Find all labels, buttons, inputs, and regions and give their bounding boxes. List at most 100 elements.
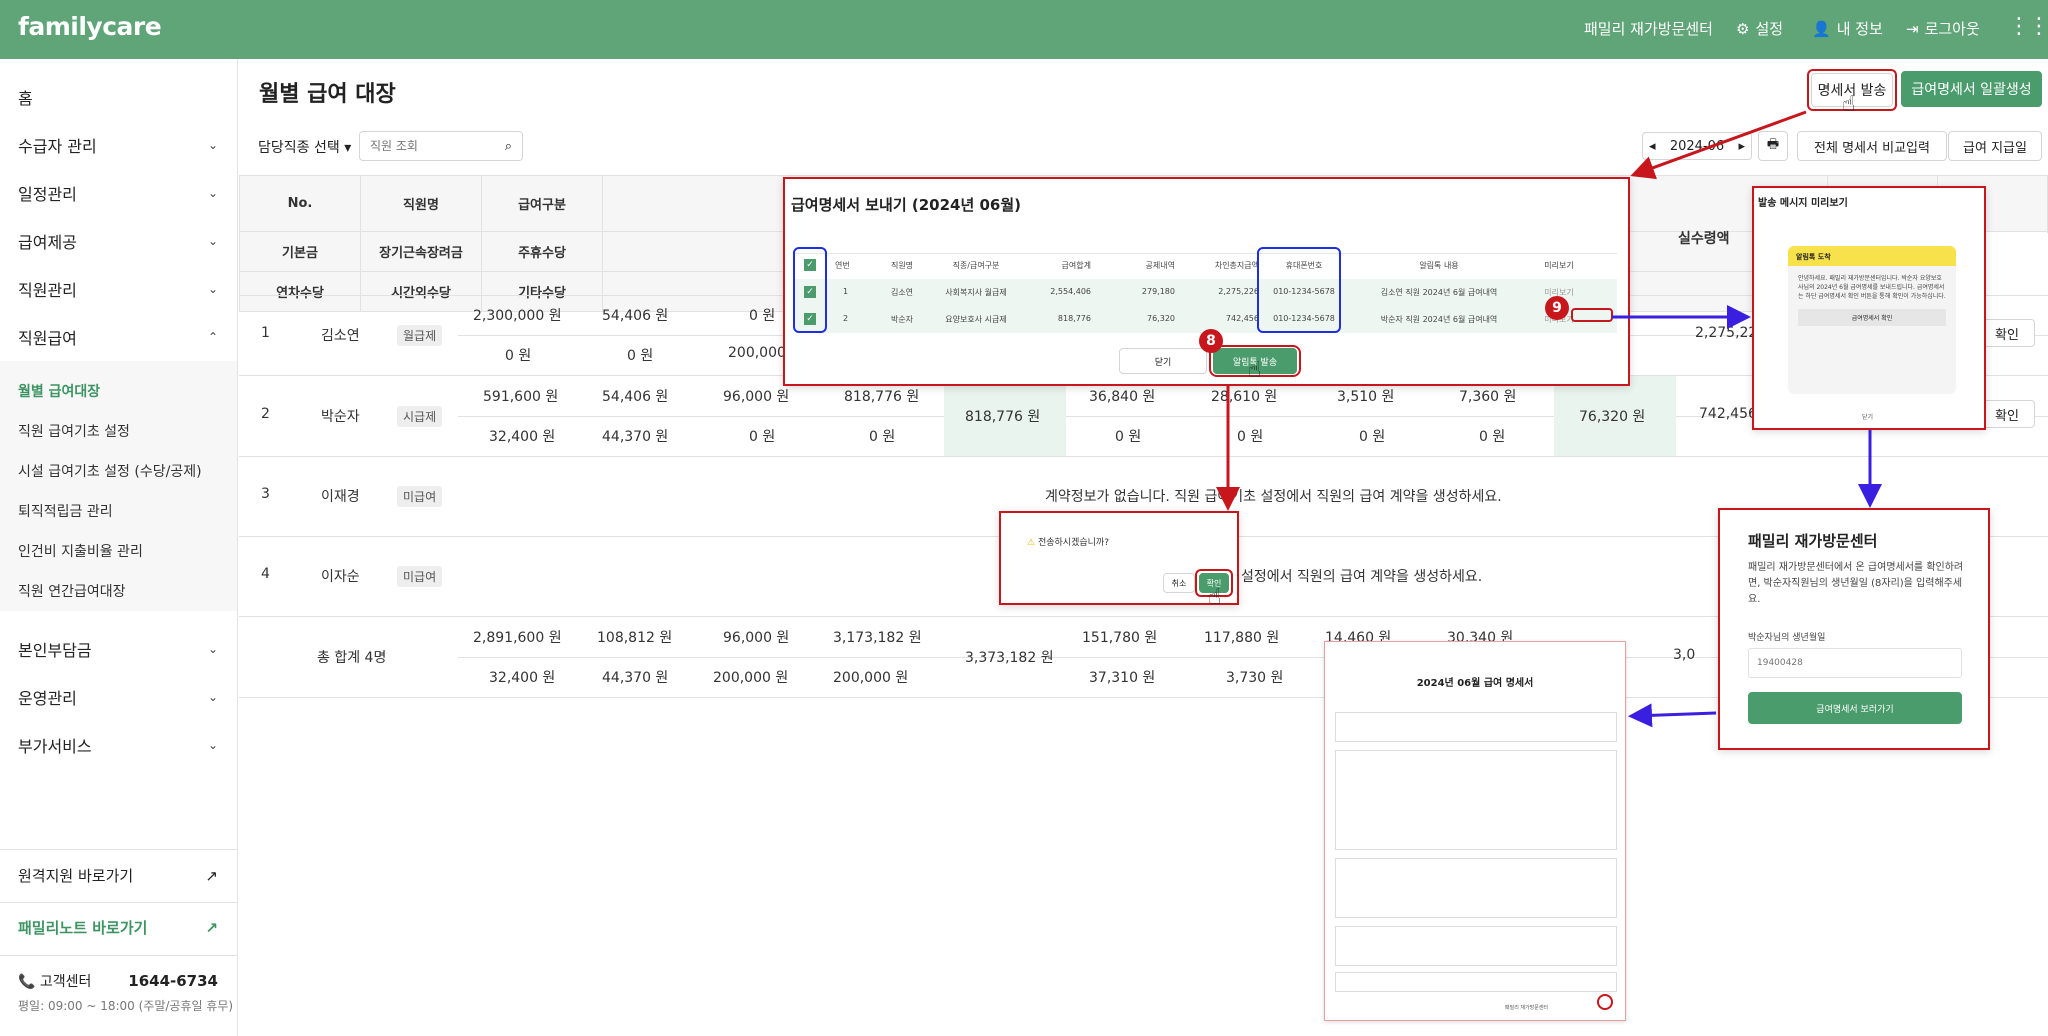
sidebar-item-recipients[interactable]: 수급자 관리 ⌄ — [18, 133, 218, 157]
sidebar-sub-retirement[interactable]: 퇴직적립금 관리 — [18, 501, 113, 521]
sidebar-sub-facility-base[interactable]: 시설 급여기초 설정 (수당/공제) — [18, 461, 202, 481]
page-title: 월별 급여 대장 — [259, 82, 396, 107]
pay-type-badge: 월급제 — [397, 325, 443, 346]
payslip-title: 2024년 06월 급여 명세서 — [1416, 678, 1534, 689]
job-filter-dropdown[interactable]: 담당직종 선택 ▾ — [258, 137, 351, 157]
external-link-icon: ↗ — [205, 866, 218, 885]
cs-hours: 평일: 09:00 ~ 18:00 (주말/공휴일 휴무) — [18, 999, 234, 1013]
preview-close[interactable]: 닫기 — [1862, 412, 1873, 421]
birthdate-input[interactable] — [1748, 648, 1962, 678]
pay-type-badge: 미급여 — [397, 486, 443, 507]
sidebar-item-copay[interactable]: 본인부담금 ⌄ — [18, 637, 218, 661]
payslip-footer: 패밀리 재가방문센터 — [1505, 1005, 1548, 1011]
verify-title: 패밀리 재가방문센터 — [1748, 532, 1878, 550]
modal-table-header: 연번 직원명 직종/급여구분 급여합계 공제내역 차인총지급액 휴대폰번호 알림… — [835, 261, 1574, 270]
sidebar-item-schedule[interactable]: 일정관리 ⌄ — [18, 181, 218, 205]
col-base: 기본금 — [239, 231, 361, 272]
total-label: 총 합계 4명 — [317, 650, 387, 666]
preview-title: 발송 메시지 미리보기 — [1758, 198, 1848, 209]
apps-grid-icon[interactable]: ⋮⋮⋮ — [2008, 14, 2048, 39]
step-badge: 8 — [1199, 329, 1223, 353]
sidebar-item-addons[interactable]: 부가서비스 ⌄ — [18, 733, 218, 757]
pointer-hand-icon: ☝ — [1248, 358, 1262, 383]
no-contract-message: 설정에서 직원의 급여 계약을 생성하세요. — [1241, 569, 1483, 585]
pointer-hand-icon: ☝ — [1208, 585, 1222, 610]
sidebar-item-staff[interactable]: 직원관리 ⌄ — [18, 277, 218, 301]
caret-down-icon: ▾ — [344, 140, 352, 156]
search-box[interactable]: ⌕ — [359, 131, 523, 161]
pay-type-badge: 시급제 — [397, 406, 443, 427]
modal-row: 1 김소연 사회복지사 월급제 2,554,406 279,180 2,275,… — [835, 287, 1615, 298]
sidebar-sub-staff-base[interactable]: 직원 급여기초 설정 — [18, 421, 130, 441]
birthdate-label: 박순자님의 생년월일 — [1748, 633, 1826, 643]
sidebar-item-home[interactable]: 홈 — [18, 85, 218, 109]
prev-month-icon[interactable]: ◂ — [1649, 139, 1656, 154]
birthdate-verify-panel: 패밀리 재가방문센터 패밀리 재가방문센터에서 온 급여명세서를 확인하려면, … — [1718, 508, 1990, 750]
remote-support-link[interactable]: 원격지원 바로가기 ↗ — [18, 865, 218, 886]
message-preview-panel: 발송 메시지 미리보기 알림톡 도착 안녕하세요. 패밀리 재가방문센터입니다.… — [1752, 186, 1986, 430]
chevron-down-icon: ⌄ — [207, 282, 218, 296]
my-info-link[interactable]: 👤 내 정보 — [1812, 18, 1883, 39]
no-contract-message: 계약정보가 없습니다. 직원 급여기초 설정에서 직원의 급여 계약을 생성하세… — [1045, 489, 1502, 505]
col-long: 장기근속장려금 — [360, 231, 482, 272]
col-net-header: 실수령액 — [1678, 231, 1730, 247]
print-icon: 🖶 — [1766, 137, 1780, 152]
send-statement-modal: 급여명세서 보내기 (2024년 06월) 연번 직원명 직종/급여구분 급여합… — [783, 177, 1630, 386]
col-no: No. — [239, 175, 361, 232]
search-input[interactable] — [370, 139, 480, 153]
chevron-down-icon: ⌄ — [207, 234, 218, 248]
chevron-down-icon: ⌄ — [207, 690, 218, 704]
divider — [0, 902, 237, 903]
arrow — [1628, 703, 1717, 728]
logout-link[interactable]: ⇥ 로그아웃 — [1906, 18, 1980, 39]
warning-icon: ⚠ — [1027, 538, 1036, 548]
phone-icon: 📞 — [18, 974, 36, 990]
alimtalk-card: 알림톡 도착 안녕하세요. 패밀리 재가방문센터입니다. 박순자 요양보호사님의… — [1788, 246, 1956, 394]
step-badge: 9 — [1545, 296, 1569, 320]
sidebar: 홈 수급자 관리 ⌄ 일정관리 ⌄ 급여제공 ⌄ 직원관리 ⌄ 직원급여 ⌃ 월별 급여대… — [0, 59, 238, 1036]
settings-link[interactable]: ⚙ 설정 — [1736, 18, 1783, 39]
pay-date-button[interactable]: 급여 지급일 — [1948, 131, 2042, 161]
divider — [0, 955, 237, 956]
highlight-box — [1257, 247, 1341, 333]
external-link-icon: ↗ — [205, 918, 218, 937]
divider — [0, 849, 237, 850]
confirm-dialog: ⚠ 전송하시겠습니까? 취소 확인 — [999, 511, 1239, 605]
chevron-down-icon: ⌄ — [207, 642, 218, 656]
modal-close-button[interactable]: 닫기 — [1119, 348, 1207, 374]
col-name: 직원명 — [360, 175, 482, 232]
search-icon[interactable]: ⌕ — [505, 139, 512, 154]
sidebar-sub-annual-ledger[interactable]: 직원 연간급여대장 — [18, 581, 126, 601]
chevron-down-icon: ⌄ — [207, 186, 218, 200]
sidebar-item-payroll[interactable]: 직원급여 ⌃ — [18, 325, 218, 349]
user-icon: 👤 — [1812, 19, 1831, 38]
highlight-box — [1571, 308, 1613, 322]
sidebar-sub-labor-ratio[interactable]: 인건비 지출비율 관리 — [18, 541, 143, 561]
col-weekly: 주휴수당 — [481, 231, 603, 272]
confirm-button[interactable]: 확인 — [1979, 400, 2035, 428]
next-month-icon[interactable]: ▸ — [1738, 139, 1745, 154]
view-statement-button[interactable]: 급여명세서 확인 — [1798, 309, 1946, 326]
col-type: 급여구분 — [481, 175, 603, 232]
gear-icon: ⚙ — [1736, 19, 1750, 38]
sidebar-item-service[interactable]: 급여제공 ⌄ — [18, 229, 218, 253]
row-name: 김소연 — [321, 328, 360, 344]
compare-input-button[interactable]: 전체 명세서 비교입력 — [1797, 131, 1947, 161]
familynote-link[interactable]: 패밀리노트 바로가기 ↗ — [18, 917, 218, 938]
confirm-text: ⚠ 전송하시겠습니까? — [1027, 538, 1109, 548]
month-picker[interactable]: ◂ 2024-06 ▸ — [1642, 132, 1752, 160]
cancel-button[interactable]: 취소 — [1163, 573, 1195, 593]
bulk-generate-button[interactable]: 급여명세서 일괄생성 — [1901, 71, 2042, 107]
app-logo[interactable]: familycare — [18, 12, 162, 41]
pointer-hand-icon: ☝ — [1842, 92, 1856, 117]
view-payslip-button[interactable]: 급여명세서 보러가기 — [1748, 692, 1962, 724]
chevron-up-icon: ⌃ — [207, 330, 218, 344]
confirm-button[interactable]: 확인 — [1979, 319, 2035, 347]
sidebar-item-operation[interactable]: 운영관리 ⌄ — [18, 685, 218, 709]
sidebar-sub-monthly-ledger[interactable]: 월별 급여대장 — [18, 381, 100, 401]
print-button[interactable]: 🖶 — [1758, 131, 1788, 161]
seal-stamp — [1597, 994, 1613, 1010]
highlight-box — [793, 247, 827, 333]
org-name: 패밀리 재가방문센터 — [1584, 20, 1713, 38]
modal-row: 2 박순자 요양보호사 시급제 818,776 76,320 742,456 0… — [835, 314, 1615, 325]
